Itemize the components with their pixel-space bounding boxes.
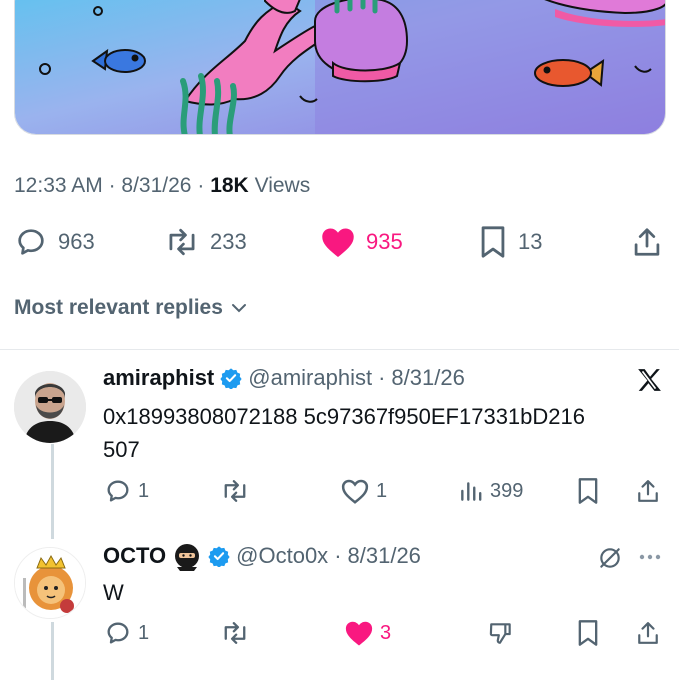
reply-action-bar: 1 1 399: [104, 476, 664, 506]
reply-header: OCTO @Octo0x · 8/31/26: [103, 541, 421, 571]
heart-filled-icon: [345, 621, 373, 646]
repost-count: 233: [210, 229, 247, 254]
post-time: 12:33 AM: [14, 174, 103, 197]
separator-dot: ·: [108, 174, 116, 197]
repost-button[interactable]: [220, 618, 250, 648]
author-name[interactable]: OCTO: [103, 543, 166, 569]
share-icon: [634, 228, 660, 256]
replies-sort-dropdown[interactable]: Most relevant replies: [14, 296, 247, 320]
thread-line: [51, 444, 54, 539]
grok-icon[interactable]: [597, 545, 623, 571]
repost-icon: [169, 228, 195, 256]
reply-icon: [107, 622, 129, 644]
repost-icon: [224, 480, 246, 502]
share-button[interactable]: [632, 222, 662, 262]
like-button[interactable]: 1: [340, 476, 387, 506]
reply-text: W: [103, 580, 124, 605]
views-label: Views: [254, 174, 311, 197]
bookmark-button[interactable]: [576, 476, 600, 506]
reply-button[interactable]: 1: [104, 476, 149, 506]
share-icon: [638, 622, 658, 644]
post-meta: 12:33 AM · 8/31/26 · 18K Views: [14, 174, 310, 198]
sort-label: Most relevant replies: [14, 296, 223, 319]
reply-action-bar: 1 3: [104, 618, 664, 648]
repost-button[interactable]: 233: [164, 222, 247, 262]
bookmark-count: 13: [518, 229, 543, 254]
analytics-icon: [461, 482, 482, 501]
author-name[interactable]: amiraphist: [103, 365, 214, 391]
chevron-down-icon: [231, 304, 246, 313]
separator-dot: ·: [378, 365, 386, 390]
more-options-icon[interactable]: [637, 548, 663, 566]
share-button[interactable]: [636, 618, 660, 648]
thumbs-down-icon: [489, 623, 511, 644]
reply-date[interactable]: 8/31/26: [348, 543, 421, 569]
bookmark-button[interactable]: 13: [478, 222, 542, 262]
verified-badge-icon: [220, 368, 242, 389]
ninja-emoji-icon: [175, 544, 200, 571]
reply-count: 1: [138, 479, 150, 502]
heart-filled-icon: [322, 228, 354, 257]
post-media-image[interactable]: [14, 0, 666, 135]
views-button[interactable]: 399: [458, 476, 523, 506]
separator-dot: ·: [334, 543, 342, 568]
x-logo-icon[interactable]: [636, 368, 662, 392]
views-count: 18K: [210, 174, 249, 197]
like-count: 3: [380, 621, 392, 644]
bookmark-icon: [481, 226, 505, 258]
reply-header: amiraphist @amiraphist · 8/31/26: [103, 365, 465, 391]
avatar[interactable]: [14, 371, 86, 443]
verified-badge-icon: [208, 546, 230, 567]
heart-icon: [341, 479, 369, 504]
post-action-bar: 963 233 935 13: [14, 222, 666, 262]
reply-button[interactable]: 963: [14, 222, 95, 262]
like-button[interactable]: 935: [320, 222, 403, 262]
like-count: 1: [376, 479, 388, 502]
author-handle[interactable]: @amiraphist: [248, 365, 372, 391]
author-handle[interactable]: @Octo0x: [236, 543, 328, 569]
reply-text: 0x18993808072188 5c97367f950EF17331bD216…: [103, 400, 585, 466]
share-button[interactable]: [636, 476, 660, 506]
reply-date[interactable]: 8/31/26: [391, 365, 464, 391]
bookmark-button[interactable]: [576, 618, 600, 648]
divider: [0, 349, 679, 350]
post-date[interactable]: 8/31/26: [121, 174, 191, 197]
dislike-button[interactable]: [488, 618, 514, 648]
like-count: 935: [366, 229, 403, 254]
reply-button[interactable]: 1: [104, 618, 149, 648]
reply-icon: [18, 229, 44, 255]
reply-text-line: 507: [103, 437, 140, 462]
repost-icon: [224, 622, 246, 644]
avatar[interactable]: [14, 547, 86, 619]
bookmark-icon: [578, 478, 598, 504]
bookmark-icon: [578, 620, 598, 646]
separator-dot: ·: [197, 174, 205, 197]
reply-text-line: 0x18993808072188 5c97367f950EF17331bD216: [103, 404, 585, 429]
repost-button[interactable]: [220, 476, 250, 506]
views-count: 399: [490, 479, 524, 502]
reply-count: 963: [58, 229, 95, 254]
share-icon: [638, 480, 658, 502]
reply-icon: [107, 480, 129, 502]
thread-line: [51, 622, 54, 680]
like-button[interactable]: 3: [344, 618, 391, 648]
reply-count: 1: [138, 621, 150, 644]
